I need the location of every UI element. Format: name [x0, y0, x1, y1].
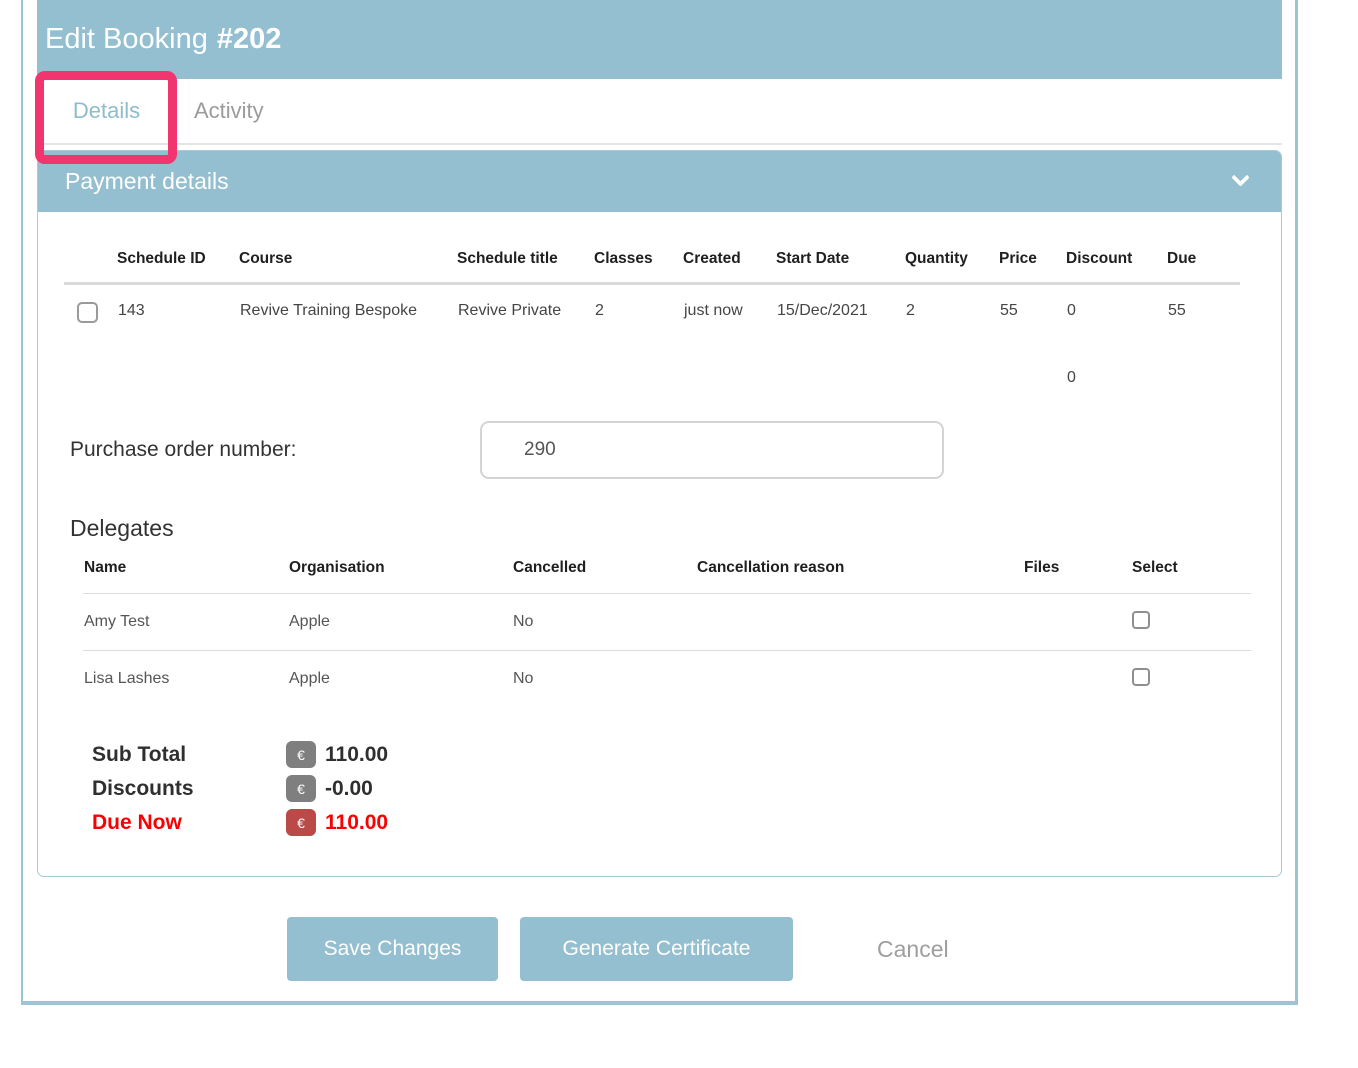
euro-icon: € — [286, 809, 316, 836]
delegates-header-row: Name Organisation Cancelled Cancellation… — [83, 558, 1251, 594]
due-now-value: 110.00 — [325, 811, 388, 835]
col-cancelled: Cancelled — [512, 558, 696, 594]
cell-schedule-id: 143 — [117, 284, 239, 330]
euro-icon: € — [286, 741, 316, 768]
cell-delegate-cancelled: No — [512, 651, 696, 708]
purchase-order-label: Purchase order number: — [70, 438, 480, 462]
col-discount: Discount — [1066, 250, 1167, 284]
sub-total-label: Sub Total — [92, 743, 286, 767]
cell-delegate-organisation: Apple — [288, 594, 512, 651]
cell-delegate-organisation: Apple — [288, 651, 512, 708]
totals-block: Sub Total € 110.00 Discounts € -0.00 Due… — [92, 738, 1281, 840]
chevron-down-icon[interactable] — [1231, 168, 1249, 186]
col-organisation: Organisation — [288, 558, 512, 594]
cell-delegate-cancellation-reason — [696, 651, 1023, 708]
tab-bar: Details Activity — [37, 79, 1282, 145]
col-schedule-id: Schedule ID — [117, 250, 239, 284]
sub-total-row: Sub Total € 110.00 — [92, 738, 1281, 772]
euro-icon: € — [286, 775, 316, 802]
col-schedule-title: Schedule title — [457, 250, 594, 284]
purchase-order-input[interactable] — [480, 421, 944, 479]
schedule-row-checkbox[interactable] — [77, 302, 98, 323]
col-select: Select — [1131, 558, 1251, 594]
schedule-table: Schedule ID Course Schedule title Classe… — [64, 250, 1240, 388]
delegate-row: Amy Test Apple No — [83, 594, 1251, 651]
sub-total-value: 110.00 — [325, 743, 388, 767]
discount-total-row: 0 — [64, 329, 1240, 388]
col-cancellation-reason: Cancellation reason — [696, 558, 1023, 594]
payment-details-title: Payment details — [65, 168, 229, 195]
schedule-table-header-row: Schedule ID Course Schedule title Classe… — [64, 250, 1240, 284]
cell-delegate-cancellation-reason — [696, 594, 1023, 651]
booking-modal: Edit Booking #202 Details Activity Payme… — [21, 0, 1298, 1005]
cell-discount: 0 — [1066, 284, 1167, 330]
cell-due: 55 — [1167, 284, 1240, 330]
col-start-date: Start Date — [776, 250, 905, 284]
col-course: Course — [239, 250, 457, 284]
cell-discount-total: 0 — [1066, 329, 1167, 388]
col-files: Files — [1023, 558, 1131, 594]
cell-schedule-title: Revive Private — [457, 284, 594, 330]
select-column-header — [64, 250, 117, 284]
purchase-order-row: Purchase order number: — [38, 421, 1281, 479]
cell-price: 55 — [999, 284, 1066, 330]
cell-delegate-files — [1023, 594, 1131, 651]
cell-delegate-cancelled: No — [512, 594, 696, 651]
col-name: Name — [83, 558, 288, 594]
cell-created: just now — [683, 284, 776, 330]
delegates-title: Delegates — [70, 515, 1281, 542]
tab-activity[interactable]: Activity — [194, 98, 264, 124]
cancel-link[interactable]: Cancel — [877, 936, 949, 963]
cell-delegate-files — [1023, 651, 1131, 708]
col-price: Price — [999, 250, 1066, 284]
due-now-label: Due Now — [92, 811, 286, 835]
table-row: 143 Revive Training Bespoke Revive Priva… — [64, 284, 1240, 330]
col-created: Created — [683, 250, 776, 284]
cell-quantity: 2 — [905, 284, 999, 330]
delegate-select-checkbox[interactable] — [1132, 611, 1150, 629]
generate-certificate-button[interactable]: Generate Certificate — [520, 917, 793, 981]
save-changes-button[interactable]: Save Changes — [287, 917, 498, 981]
discounts-row: Discounts € -0.00 — [92, 772, 1281, 806]
delegate-row: Lisa Lashes Apple No — [83, 651, 1251, 708]
cell-classes: 2 — [594, 284, 683, 330]
due-now-row: Due Now € 110.00 — [92, 806, 1281, 840]
payment-details-header: Payment details — [38, 151, 1281, 212]
cell-course: Revive Training Bespoke — [239, 284, 457, 330]
modal-title-bar: Edit Booking #202 — [37, 0, 1282, 79]
cell-start-date: 15/Dec/2021 — [776, 284, 905, 330]
action-buttons-row: Save Changes Generate Certificate Cancel — [287, 917, 1282, 981]
tab-details[interactable]: Details — [37, 98, 176, 124]
delegates-table: Name Organisation Cancelled Cancellation… — [83, 558, 1251, 708]
cell-delegate-name: Amy Test — [83, 594, 288, 651]
col-classes: Classes — [594, 250, 683, 284]
page-title: Edit Booking — [45, 23, 208, 56]
booking-number: #202 — [217, 23, 282, 56]
discounts-label: Discounts — [92, 777, 286, 801]
delegate-select-checkbox[interactable] — [1132, 668, 1150, 686]
payment-details-panel: Payment details Schedule ID Course Sched… — [37, 150, 1282, 877]
col-quantity: Quantity — [905, 250, 999, 284]
cell-delegate-name: Lisa Lashes — [83, 651, 288, 708]
col-due: Due — [1167, 250, 1240, 284]
discounts-value: -0.00 — [325, 777, 373, 801]
